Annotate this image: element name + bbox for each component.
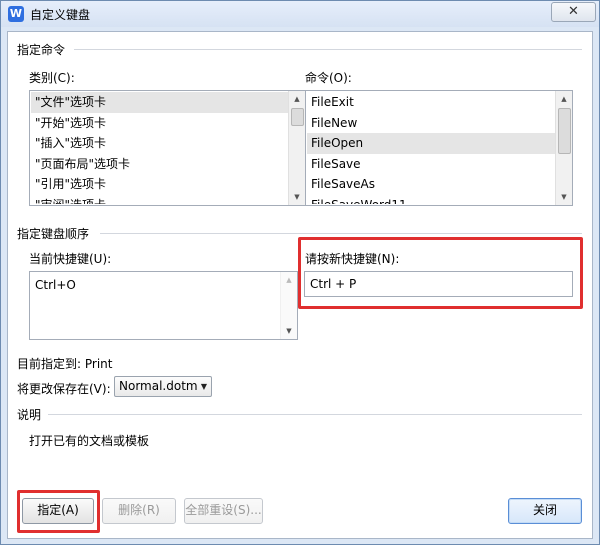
command-list-item[interactable]: FileSaveAs xyxy=(307,174,555,195)
categories-scrollbar[interactable]: ▲ ▼ xyxy=(288,91,305,205)
commands-list[interactable]: FileExit FileNew FileOpen FileSave FileSaveA… xyxy=(305,90,573,206)
highlight-box-new-key xyxy=(298,237,583,309)
command-list-item[interactable]: FileOpen xyxy=(307,133,555,154)
wps-writer-icon: W xyxy=(8,6,24,22)
category-list-item[interactable]: "审阅"选项卡 xyxy=(31,195,288,205)
scroll-up-arrow-icon[interactable]: ▲ xyxy=(556,91,572,107)
highlight-box-assign xyxy=(17,490,100,533)
scroll-down-arrow-icon[interactable]: ▼ xyxy=(289,189,305,205)
description-section-title: 说明 xyxy=(17,408,42,422)
section-divider xyxy=(100,233,582,234)
category-list-item[interactable]: "页面布局"选项卡 xyxy=(31,154,288,175)
reset-all-button[interactable]: 全部重设(S)... xyxy=(184,498,263,524)
section-divider xyxy=(74,49,582,50)
category-list-item[interactable]: "插入"选项卡 xyxy=(31,133,288,154)
current-keys-label: 当前快捷键(U): xyxy=(29,252,112,266)
scroll-thumb[interactable] xyxy=(558,108,571,154)
description-text: 打开已有的文档或模板 xyxy=(29,434,150,448)
save-in-value: Normal.dotm xyxy=(119,379,198,393)
commands-scrollbar[interactable]: ▲ ▼ xyxy=(555,91,572,205)
categories-list[interactable]: "文件"选项卡"开始"选项卡"插入"选项卡"页面布局"选项卡"引用"选项卡"审阅… xyxy=(29,90,306,206)
window-close-button[interactable]: ✕ xyxy=(551,2,596,22)
key-sequence-section-title: 指定键盘顺序 xyxy=(17,227,90,241)
current-keys-scrollbar[interactable]: ▲ ▼ xyxy=(280,272,297,339)
scroll-thumb[interactable] xyxy=(291,108,304,126)
command-list-item[interactable]: FileSave xyxy=(307,154,555,175)
current-keys-items: Ctrl+O xyxy=(31,273,280,338)
commands-label: 命令(O): xyxy=(305,71,352,85)
scroll-up-arrow-icon[interactable]: ▲ xyxy=(289,91,305,107)
assigned-to-row: 目前指定到: Print xyxy=(17,355,112,372)
command-list-item[interactable]: FileSaveWord11 xyxy=(307,195,555,205)
command-list-item[interactable]: FileExit xyxy=(307,92,555,113)
command-list-item[interactable]: FileNew xyxy=(307,113,555,134)
close-button[interactable]: 关闭 xyxy=(508,498,582,524)
title-bar: W 自定义键盘 ✕ xyxy=(1,1,599,27)
assigned-to-label: 目前指定到: xyxy=(17,357,82,371)
category-list-item[interactable]: "文件"选项卡 xyxy=(31,92,288,113)
customize-keyboard-dialog: W 自定义键盘 ✕ 指定命令 类别(C): "文件"选项卡 "开始"选项卡 "插入"… xyxy=(0,0,600,545)
section-divider xyxy=(48,414,582,415)
categories-label: 类别(C): xyxy=(29,71,75,85)
assigned-to-value: Print xyxy=(84,357,113,371)
category-list-item[interactable]: "开始"选项卡 xyxy=(31,113,288,134)
window-title: 自定义键盘 xyxy=(30,8,91,22)
current-keys-list[interactable]: Ctrl+O ▲ ▼ xyxy=(29,271,298,340)
scroll-down-arrow-icon[interactable]: ▼ xyxy=(556,189,572,205)
scroll-up-arrow-icon[interactable]: ▲ xyxy=(281,272,297,288)
remove-button[interactable]: 删除(R) xyxy=(102,498,176,524)
chevron-down-icon: ▼ xyxy=(200,382,207,391)
save-in-label: 将更改保存在(V): xyxy=(17,382,111,396)
commands-items: FileExit FileNew FileOpen FileSave FileSaveA… xyxy=(307,92,555,204)
save-in-select[interactable]: Normal.dotm ▼ xyxy=(114,376,212,397)
current-key-item[interactable]: Ctrl+O xyxy=(31,275,280,296)
categories-items: "文件"选项卡"开始"选项卡"插入"选项卡"页面布局"选项卡"引用"选项卡"审阅… xyxy=(31,92,288,204)
scroll-down-arrow-icon[interactable]: ▼ xyxy=(281,323,297,339)
specify-command-section-title: 指定命令 xyxy=(17,43,66,57)
dialog-body: 指定命令 类别(C): "文件"选项卡 "开始"选项卡 "插入"选项卡 "页面布局"选… xyxy=(7,31,593,539)
category-list-item[interactable]: "引用"选项卡 xyxy=(31,174,288,195)
